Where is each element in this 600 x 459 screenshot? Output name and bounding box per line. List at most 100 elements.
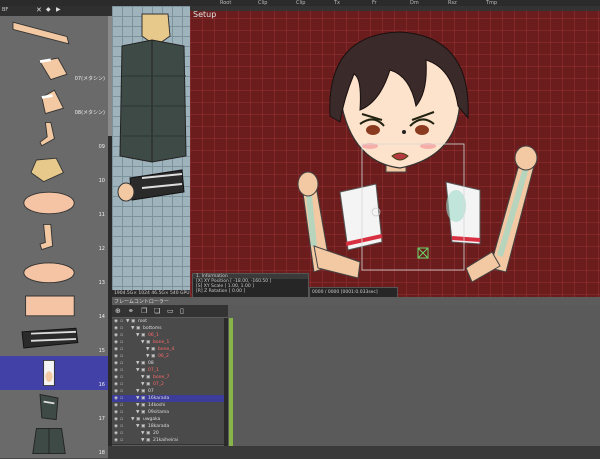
part-number: 14 bbox=[98, 314, 105, 320]
parts-list-item[interactable]: 13 bbox=[0, 254, 108, 289]
visibility-eye-icon[interactable]: ◉ bbox=[114, 402, 118, 409]
layer-name: bone_7 bbox=[153, 375, 170, 380]
visibility-eye-icon[interactable]: ◉ bbox=[114, 339, 118, 346]
visibility-eye-icon[interactable]: ◉ bbox=[114, 353, 118, 360]
parts-list-item[interactable]: 15 bbox=[0, 322, 108, 357]
copy-icon[interactable]: ❐ bbox=[141, 307, 147, 315]
layer-type-icon: ▣ bbox=[141, 396, 146, 401]
expand-triangle-icon[interactable]: ▼ bbox=[136, 423, 139, 430]
parts-list-item[interactable] bbox=[0, 16, 108, 51]
expand-triangle-icon[interactable]: ▼ bbox=[136, 402, 139, 409]
visibility-eye-icon[interactable]: ◉ bbox=[114, 430, 118, 437]
lock-icon[interactable]: ▫ bbox=[120, 360, 123, 367]
expand-triangle-icon[interactable]: ▼ bbox=[131, 416, 134, 423]
lock-icon[interactable]: ▫ bbox=[120, 423, 123, 430]
expand-triangle-icon[interactable]: ▼ bbox=[146, 346, 149, 353]
visibility-eye-icon[interactable]: ◉ bbox=[114, 409, 118, 416]
part-thumbnail bbox=[32, 427, 66, 455]
expand-triangle-icon[interactable]: ▼ bbox=[141, 374, 144, 381]
expand-triangle-icon[interactable]: ▼ bbox=[131, 325, 134, 332]
visibility-eye-icon[interactable]: ◉ bbox=[114, 395, 118, 402]
lock-icon[interactable]: ▫ bbox=[120, 332, 123, 339]
visibility-eye-icon[interactable]: ◉ bbox=[114, 423, 118, 430]
lock-icon[interactable]: ▫ bbox=[120, 437, 123, 444]
layer-type-icon: ▣ bbox=[141, 333, 146, 338]
lock-icon[interactable]: ▫ bbox=[120, 381, 123, 388]
arrow-right-icon[interactable]: ▶ bbox=[56, 6, 61, 13]
expand-triangle-icon[interactable]: ▼ bbox=[136, 360, 139, 367]
link-icon[interactable]: ⚭ bbox=[128, 307, 134, 315]
lock-icon[interactable]: ▫ bbox=[120, 395, 123, 402]
expand-triangle-icon[interactable]: ▼ bbox=[146, 353, 149, 360]
visibility-eye-icon[interactable]: ◉ bbox=[114, 381, 118, 388]
expand-triangle-icon[interactable]: ▼ bbox=[141, 430, 144, 437]
part-thumbnail bbox=[39, 121, 55, 147]
visibility-eye-icon[interactable]: ◉ bbox=[114, 437, 118, 444]
lock-icon[interactable]: ▫ bbox=[120, 346, 123, 353]
parts-list-item[interactable]: 14 bbox=[0, 288, 108, 323]
lock-icon[interactable]: ▫ bbox=[120, 353, 123, 360]
visibility-eye-icon[interactable]: ◉ bbox=[114, 367, 118, 374]
parts-list-item[interactable]: 07(メタシン) bbox=[0, 50, 108, 85]
timeline-tracks[interactable] bbox=[228, 305, 600, 446]
lock-icon[interactable]: ▫ bbox=[120, 416, 123, 423]
close-icon[interactable]: ✕ bbox=[36, 6, 42, 14]
layer-name: uwgaka bbox=[143, 417, 161, 422]
timeline-layer-row[interactable]: ◉ ▫ ▼ ▣ 21kaiheirai bbox=[112, 437, 224, 445]
info-rotation[interactable]: [R] Z Rotation [ 0.00 ] bbox=[193, 289, 308, 294]
lock-icon[interactable]: ▫ bbox=[120, 430, 123, 437]
timeline-scrollbar[interactable] bbox=[224, 318, 228, 446]
layer-type-icon: ▣ bbox=[146, 382, 151, 387]
setup-canvas[interactable] bbox=[190, 6, 600, 298]
add-key-icon[interactable]: ⊕ bbox=[115, 307, 121, 315]
part-thumbnail bbox=[12, 21, 70, 45]
lock-icon[interactable]: ▫ bbox=[120, 367, 123, 374]
parts-list-item[interactable]: 09 bbox=[0, 118, 108, 153]
part-number: 15 bbox=[98, 348, 105, 354]
lock-icon[interactable]: ▫ bbox=[120, 402, 123, 409]
layer-name: 21kaiheirai bbox=[153, 438, 178, 443]
layer-name: 07_2 bbox=[153, 382, 164, 387]
expand-triangle-icon[interactable]: ▼ bbox=[136, 409, 139, 416]
visibility-eye-icon[interactable]: ◉ bbox=[114, 346, 118, 353]
part-thumbnail bbox=[21, 327, 79, 349]
lock-icon[interactable]: ▫ bbox=[120, 388, 123, 395]
texture-panel[interactable] bbox=[112, 6, 190, 290]
folder-icon[interactable]: ▭ bbox=[167, 307, 174, 315]
lock-icon[interactable]: ▫ bbox=[120, 325, 123, 332]
part-thumbnail bbox=[43, 359, 55, 387]
lock-icon[interactable]: ▫ bbox=[120, 318, 123, 325]
visibility-eye-icon[interactable]: ◉ bbox=[114, 332, 118, 339]
parts-list-item[interactable]: 16 bbox=[0, 356, 108, 391]
visibility-eye-icon[interactable]: ◉ bbox=[114, 388, 118, 395]
expand-triangle-icon[interactable]: ▼ bbox=[136, 332, 139, 339]
visibility-eye-icon[interactable]: ◉ bbox=[114, 318, 118, 325]
visibility-eye-icon[interactable]: ◉ bbox=[114, 325, 118, 332]
pin-icon[interactable]: ◆ bbox=[46, 6, 51, 13]
canvas-title: Setup bbox=[193, 10, 217, 19]
visibility-eye-icon[interactable]: ◉ bbox=[114, 360, 118, 367]
parts-list-item[interactable]: 17 bbox=[0, 390, 108, 425]
visibility-eye-icon[interactable]: ◉ bbox=[114, 416, 118, 423]
expand-triangle-icon[interactable]: ▼ bbox=[126, 318, 129, 325]
expand-triangle-icon[interactable]: ▼ bbox=[141, 381, 144, 388]
keyframe-column[interactable] bbox=[229, 318, 233, 446]
lock-icon[interactable]: ▫ bbox=[120, 374, 123, 381]
expand-triangle-icon[interactable]: ▼ bbox=[136, 395, 139, 402]
expand-triangle-icon[interactable]: ▼ bbox=[141, 339, 144, 346]
expand-triangle-icon[interactable]: ▼ bbox=[136, 388, 139, 395]
parts-list-item[interactable]: 08(メタシン) bbox=[0, 84, 108, 119]
layer-name: 14koshi bbox=[148, 403, 166, 408]
parts-list-item[interactable]: 10 bbox=[0, 152, 108, 187]
parts-list-item[interactable]: 11 bbox=[0, 186, 108, 221]
parts-list-item[interactable]: 18 bbox=[0, 424, 108, 459]
expand-triangle-icon[interactable]: ▼ bbox=[141, 437, 144, 444]
expand-triangle-icon[interactable]: ▼ bbox=[136, 367, 139, 374]
lock-icon[interactable]: ▫ bbox=[120, 409, 123, 416]
part-number: 10 bbox=[98, 178, 105, 184]
delete-icon[interactable]: ▯ bbox=[180, 307, 184, 315]
lock-icon[interactable]: ▫ bbox=[120, 339, 123, 346]
visibility-eye-icon[interactable]: ◉ bbox=[114, 374, 118, 381]
paste-icon[interactable]: ❏ bbox=[154, 307, 160, 315]
parts-list-item[interactable]: 12 bbox=[0, 220, 108, 255]
